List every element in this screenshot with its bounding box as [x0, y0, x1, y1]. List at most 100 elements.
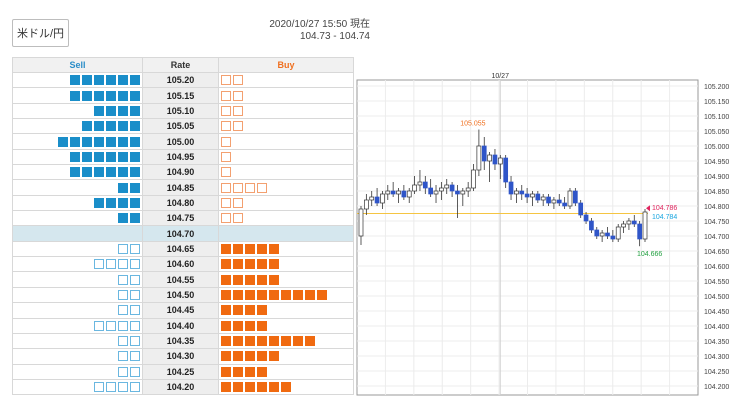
sell-bars [13, 165, 142, 179]
buy-block-filled [221, 382, 231, 393]
sell-block-filled [130, 213, 140, 224]
buy-block-filled [269, 382, 279, 393]
candle-body [508, 181, 514, 195]
buy-cell [218, 194, 354, 212]
sell-block-outlined [130, 320, 140, 331]
book-row: 104.45 [12, 302, 354, 319]
candle-body [492, 154, 498, 165]
candle-body [594, 229, 600, 237]
sell-cell [12, 179, 143, 196]
sell-block-outlined [118, 274, 128, 285]
low-annotation: 104.666 [637, 251, 662, 258]
candle-body [567, 190, 573, 207]
high-annotation: 105.055 [460, 121, 485, 128]
sell-block-filled [118, 121, 128, 132]
currency-pair-button[interactable]: 米ドル/円 [12, 19, 69, 47]
buy-block-filled [293, 289, 303, 300]
sell-block-outlined [118, 289, 128, 300]
sell-bars [13, 226, 142, 240]
book-row: 104.70 [12, 225, 354, 242]
sell-block-filled [106, 197, 116, 208]
buy-cell [218, 118, 354, 135]
sell-cell [12, 378, 143, 396]
candle-body [621, 223, 626, 228]
sell-bars [13, 365, 142, 379]
buy-cell [218, 71, 354, 89]
buy-block-filled [257, 259, 267, 270]
candle-body [444, 184, 450, 189]
buy-bars [219, 104, 353, 118]
y-tick-label: 104.350 [704, 339, 729, 346]
buy-block-filled [221, 336, 231, 347]
sell-block-filled [130, 151, 140, 162]
candle-body [503, 157, 509, 183]
y-tick-label: 105.000 [704, 144, 729, 151]
buy-block-outlined [233, 105, 243, 116]
buy-block-filled [221, 366, 231, 377]
buy-block-filled [233, 243, 243, 254]
candle-body [449, 184, 455, 192]
buy-block-outlined [221, 90, 231, 101]
sell-bars [13, 242, 142, 256]
sell-block-outlined [106, 259, 116, 270]
candle-body [615, 226, 621, 240]
sell-block-outlined [94, 320, 104, 331]
sell-cell [12, 286, 143, 304]
candle-body [396, 190, 401, 195]
buy-cell [218, 302, 354, 319]
buy-cell [218, 210, 354, 227]
rate-cell: 105.15 [142, 87, 219, 104]
currency-pair-label: 米ドル/円 [16, 28, 65, 40]
sell-bars [13, 303, 142, 317]
candle-body [380, 193, 385, 204]
sell-block-filled [94, 105, 104, 116]
sell-block-outlined [118, 305, 128, 316]
book-row: 104.60 [12, 256, 354, 273]
y-tick-label: 105.150 [704, 99, 729, 106]
rate-cell: 105.05 [142, 118, 219, 135]
sell-block-outlined [130, 336, 140, 347]
sell-block-filled [94, 121, 104, 132]
sell-cell [12, 348, 143, 365]
buy-block-filled [233, 351, 243, 362]
sell-block-filled [130, 121, 140, 132]
sell-block-filled [82, 151, 92, 162]
sell-bars [13, 119, 142, 133]
candle-body [374, 196, 380, 204]
sell-block-filled [118, 136, 128, 147]
quote-info: 2020/10/27 15:50 現在 104.73 - 104.74 [190, 19, 370, 43]
sell-block-outlined [118, 243, 128, 254]
candle-body [540, 196, 546, 201]
sell-bars [13, 73, 142, 87]
sell-bars [13, 150, 142, 164]
sell-cell [12, 210, 143, 227]
buy-bars [219, 211, 353, 225]
rate-cell: 104.40 [142, 317, 219, 334]
buy-bars [219, 380, 353, 394]
buy-cell [218, 286, 354, 304]
candle-body [631, 220, 637, 225]
buy-block-filled [221, 305, 231, 316]
candle-body [637, 223, 642, 240]
buy-bars [219, 365, 353, 379]
rate-cell: 104.65 [142, 240, 219, 258]
rate-cell: 104.20 [142, 378, 219, 396]
sell-cell [12, 118, 143, 135]
candle-body [514, 190, 519, 195]
buy-bars [219, 165, 353, 179]
buy-bars [219, 288, 353, 302]
y-tick-label: 104.700 [704, 234, 729, 241]
buy-block-outlined [233, 182, 243, 193]
buy-cell [218, 363, 354, 380]
buy-block-filled [233, 274, 243, 285]
buy-block-filled [245, 305, 255, 316]
buy-block-filled [221, 289, 231, 300]
sell-block-outlined [130, 366, 140, 377]
buy-block-filled [257, 274, 267, 285]
candle-body [428, 187, 434, 195]
sell-block-outlined [130, 274, 140, 285]
candle-body [390, 190, 396, 195]
y-tick-label: 104.550 [704, 279, 729, 286]
buy-block-filled [245, 274, 255, 285]
buy-header: Buy [218, 57, 354, 73]
